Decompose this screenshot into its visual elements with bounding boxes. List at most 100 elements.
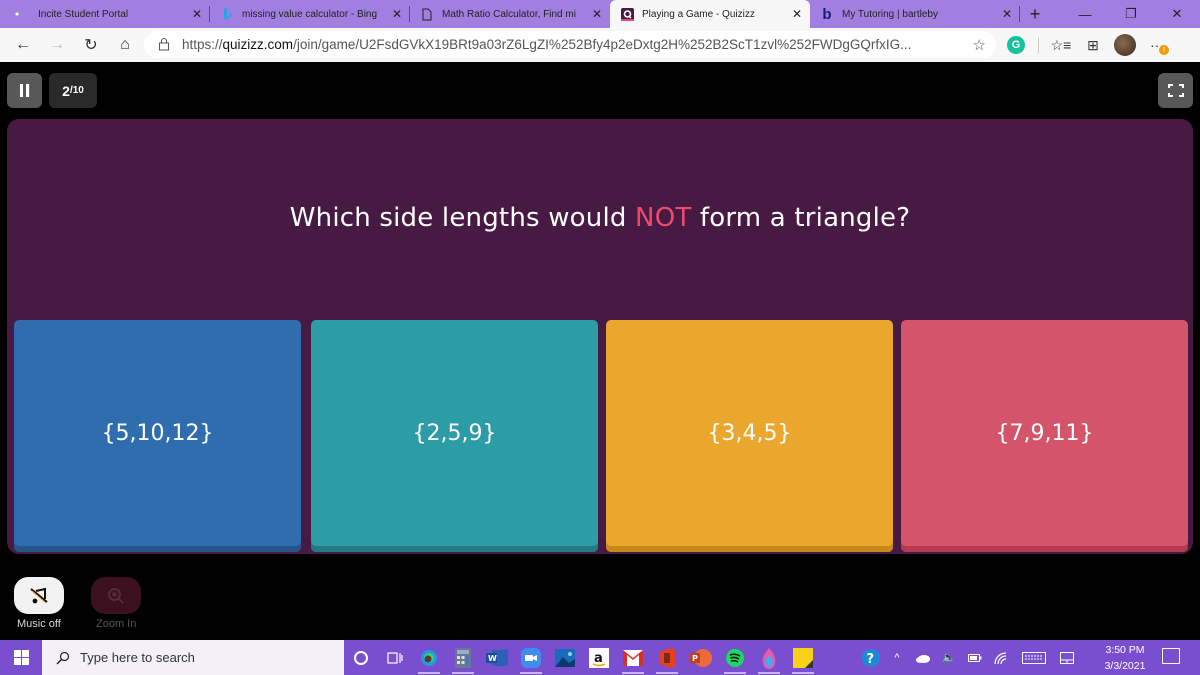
tab-title: Playing a Game - Quizizz bbox=[642, 8, 755, 20]
amazon-app-icon[interactable]: a bbox=[582, 640, 616, 675]
svg-text:?: ? bbox=[867, 652, 875, 667]
taskbar-clock[interactable]: 3:50 PM 3/3/2021 bbox=[1096, 642, 1154, 674]
more-button[interactable]: ···! bbox=[1141, 30, 1173, 60]
touchpad-icon[interactable] bbox=[1054, 640, 1080, 675]
office-app-icon[interactable] bbox=[650, 640, 684, 675]
pause-icon bbox=[19, 84, 23, 97]
refresh-button[interactable]: ↻ bbox=[74, 31, 108, 59]
powerpoint-app-icon[interactable]: P bbox=[684, 640, 718, 675]
music-off-label: Music off bbox=[17, 618, 61, 630]
back-button[interactable]: ← bbox=[6, 31, 40, 59]
tab-close-icon[interactable]: ✕ bbox=[588, 7, 606, 21]
tab-title: My Tutoring | bartleby bbox=[842, 8, 938, 20]
tab-close-icon[interactable]: ✕ bbox=[388, 7, 406, 21]
paint-3d-app-icon[interactable] bbox=[752, 640, 786, 675]
lock-icon bbox=[159, 38, 169, 51]
taskbar-search-box[interactable]: Type here to search bbox=[42, 640, 344, 675]
restore-button[interactable]: ❐ bbox=[1108, 0, 1154, 28]
cortana-icon[interactable] bbox=[344, 640, 378, 675]
minimize-button[interactable]: — bbox=[1062, 0, 1108, 28]
close-window-button[interactable]: ✕ bbox=[1154, 0, 1200, 28]
pause-button[interactable] bbox=[7, 73, 42, 108]
tab-quizizz-active[interactable]: Playing a Game - Quizizz ✕ bbox=[610, 0, 810, 28]
clock-time: 3:50 PM bbox=[1105, 644, 1145, 656]
search-icon bbox=[56, 651, 70, 664]
address-bar[interactable]: https://quizizz.com/join/game/U2FsdGVkX1… bbox=[144, 31, 996, 58]
favorite-add-icon[interactable]: ☆ bbox=[973, 36, 986, 54]
task-view-icon[interactable] bbox=[378, 640, 412, 675]
windows-logo-icon bbox=[13, 650, 29, 665]
zoom-app-icon[interactable] bbox=[514, 640, 548, 675]
windows-taskbar: Type here to search W a P ? ^ 🔈 3:50 PM 3… bbox=[0, 640, 1200, 675]
url-path: /join/game/U2FsdGVkX19BRt9a03rZ6LgZI%252… bbox=[293, 37, 912, 52]
answer-option-1[interactable]: {5,10,12} bbox=[14, 320, 301, 552]
favorites-icon[interactable]: ☆≡ bbox=[1045, 30, 1077, 60]
start-button[interactable] bbox=[0, 640, 42, 675]
profile-button[interactable] bbox=[1109, 30, 1141, 60]
update-badge-icon: ! bbox=[1159, 45, 1169, 55]
home-button[interactable]: ⌂ bbox=[108, 31, 142, 59]
collections-icon[interactable]: ⊞ bbox=[1077, 30, 1109, 60]
spotify-app-icon[interactable] bbox=[718, 640, 752, 675]
wifi-icon[interactable] bbox=[988, 640, 1014, 675]
music-toggle-button[interactable] bbox=[14, 577, 64, 614]
volume-icon[interactable]: 🔈 bbox=[936, 640, 962, 675]
fullscreen-icon bbox=[1167, 84, 1184, 97]
word-app-icon[interactable]: W bbox=[480, 640, 514, 675]
tab-close-icon[interactable]: ✕ bbox=[998, 7, 1016, 21]
tab-title: Math Ratio Calculator, Find mi bbox=[442, 8, 576, 20]
notification-center-icon[interactable] bbox=[1162, 648, 1180, 664]
edge-app-icon[interactable] bbox=[412, 640, 446, 675]
tab-title: Incite Student Portal bbox=[38, 8, 129, 20]
tab-close-icon[interactable]: ✕ bbox=[788, 7, 806, 21]
answer-option-3[interactable]: {3,4,5} bbox=[606, 320, 893, 552]
tab-incite-student-portal[interactable]: Incite Student Portal ✕ bbox=[0, 0, 210, 28]
url-domain: quizizz.com bbox=[222, 37, 294, 52]
gmail-app-icon[interactable] bbox=[616, 640, 650, 675]
question-text-part: form a triangle? bbox=[691, 203, 911, 233]
touch-keyboard-icon[interactable] bbox=[1014, 640, 1054, 675]
search-placeholder: Type here to search bbox=[80, 650, 195, 665]
bing-icon bbox=[220, 7, 234, 21]
fullscreen-button[interactable] bbox=[1158, 73, 1193, 108]
svg-text:W: W bbox=[488, 654, 497, 663]
tab-bartleby[interactable]: b My Tutoring | bartleby ✕ bbox=[810, 0, 1020, 28]
answer-option-2[interactable]: {2,5,9} bbox=[311, 320, 598, 552]
browser-toolbar: ← → ↻ ⌂ https://quizizz.com/join/game/U2… bbox=[0, 28, 1200, 62]
onedrive-icon[interactable] bbox=[910, 640, 936, 675]
new-tab-button[interactable]: + bbox=[1020, 0, 1050, 28]
show-hidden-icons-button[interactable]: ^ bbox=[884, 640, 910, 675]
total-questions: /10 bbox=[69, 85, 84, 96]
current-question-number: 2 bbox=[62, 82, 70, 99]
toolbar-divider bbox=[1038, 37, 1039, 53]
question-text: Which side lengths would NOT form a tria… bbox=[7, 203, 1193, 233]
page-icon bbox=[420, 7, 434, 21]
incite-dot-icon bbox=[10, 7, 24, 21]
calculator-app-icon[interactable] bbox=[446, 640, 480, 675]
profile-avatar bbox=[1114, 34, 1136, 56]
browser-tab-strip: Incite Student Portal ✕ missing value ca… bbox=[0, 0, 1200, 28]
photos-app-icon[interactable] bbox=[548, 640, 582, 675]
question-counter: 2/10 bbox=[49, 73, 97, 108]
tab-math-ratio-calculator[interactable]: Math Ratio Calculator, Find mi ✕ bbox=[410, 0, 610, 28]
clock-date: 3/3/2021 bbox=[1104, 660, 1146, 672]
bartleby-icon: b bbox=[822, 5, 832, 23]
tab-close-icon[interactable]: ✕ bbox=[188, 7, 206, 21]
pause-icon bbox=[26, 84, 30, 97]
grammarly-button[interactable]: G bbox=[1000, 30, 1032, 60]
tab-bing[interactable]: missing value calculator - Bing ✕ bbox=[210, 0, 410, 28]
zoom-in-label: Zoom In bbox=[96, 618, 137, 630]
sticky-notes-app-icon[interactable] bbox=[786, 640, 820, 675]
svg-text:a: a bbox=[594, 651, 603, 666]
battery-icon[interactable] bbox=[962, 640, 988, 675]
url-scheme: https:// bbox=[182, 37, 223, 52]
help-tray-icon[interactable]: ? bbox=[858, 640, 884, 675]
answer-option-4[interactable]: {7,9,11} bbox=[901, 320, 1188, 552]
grammarly-icon: G bbox=[1007, 36, 1025, 54]
svg-text:P: P bbox=[692, 654, 698, 663]
question-text-part: Which side lengths would bbox=[289, 203, 636, 233]
toolbar-extensions: G ☆≡ ⊞ ···! bbox=[1000, 28, 1173, 62]
forward-button[interactable]: → bbox=[40, 31, 74, 59]
zoom-in-button[interactable] bbox=[91, 577, 141, 614]
window-controls: — ❐ ✕ bbox=[1062, 0, 1200, 28]
